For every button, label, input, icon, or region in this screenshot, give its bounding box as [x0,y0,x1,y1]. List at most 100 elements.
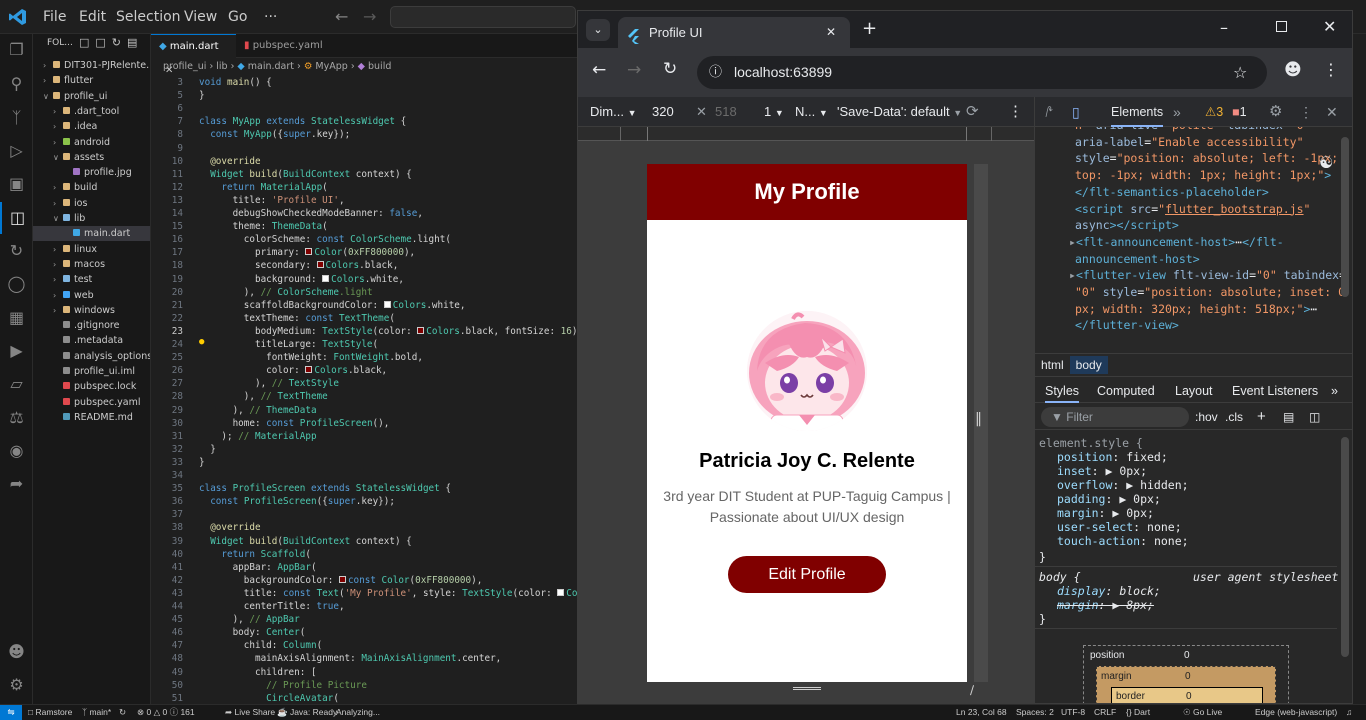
explorer-folder[interactable]: › build [33,180,150,195]
testing-icon[interactable]: ▶ [0,335,33,367]
styles-scrollbar[interactable] [1341,437,1349,657]
resize-corner-icon[interactable]: ∕ [970,683,974,697]
explorer-folder[interactable]: › macos [33,257,150,272]
breadcrumb-item[interactable]: build [368,61,391,72]
explorer-file[interactable]: .gitignore [33,318,150,333]
status-go-live[interactable]: ☉ Go Live [1183,705,1222,720]
remote-indicator-icon[interactable]: ⇋ [0,705,22,720]
css-property[interactable]: margin: ▶ 8px; [1057,598,1257,612]
explorer-folder[interactable]: › .idea [33,119,150,134]
status-encoding[interactable]: UTF-8 [1061,705,1085,720]
dom-node-line[interactable]: aria-label="Enable accessibility" [1075,134,1304,151]
address-bar[interactable]: ⓘ localhost:63899 ☆ [697,56,1267,89]
tab-layout[interactable]: Layout [1175,379,1213,403]
notifications-bell-icon[interactable]: ♫ [1346,705,1352,720]
dom-scrollbar[interactable] [1341,137,1349,297]
css-property[interactable]: overflow: ▶ hidden; [1057,478,1337,492]
tab-styles[interactable]: Styles [1045,379,1080,403]
status-sync-icon[interactable]: ↻ [119,705,126,720]
dom-node-line[interactable]: style="position: absolute; left: -1px; [1075,150,1338,167]
status-problems[interactable]: ⊗ 0 △ 0 ⓘ 161 [137,705,195,720]
explorer-file[interactable]: analysis_options... [33,349,150,364]
remote-explorer-icon[interactable]: ▣ [0,168,33,200]
profile-icon[interactable]: ☻ [1284,60,1302,80]
chrome-tab-profile-ui[interactable]: Profile UI ✕ [618,17,850,48]
command-center[interactable] [390,6,576,28]
rotate-icon[interactable]: ⟳ [966,97,979,127]
dom-node-line[interactable]: ▸<flt-announcement-host>⋯</flt- [1069,234,1284,251]
menu-more[interactable]: ··· [264,0,277,34]
dom-node-line[interactable]: <script src="flutter_bootstrap.js" [1075,201,1310,218]
account-icon[interactable]: ☻ [0,636,33,668]
devtools-more-icon[interactable]: ⋮ [1299,97,1313,127]
chrome-menu-icon[interactable]: ⋮ [1323,60,1339,79]
source-control-icon[interactable]: ᛉ [0,102,33,134]
devtools-close-icon[interactable]: ✕ [1326,97,1338,127]
breadcrumb-item[interactable]: main.dart [248,61,294,72]
save-data-select[interactable]: 'Save-Data': default ▼ [837,97,962,128]
find-icon[interactable]: ◯ [0,268,33,300]
explorer-file[interactable]: pubspec.yaml [33,395,150,410]
dom-tree[interactable]: n" aria-live="polite" tabindex="0"aria-l… [1035,127,1352,353]
dom-node-line[interactable]: announcement-host> [1075,251,1200,268]
breadcrumb-item[interactable]: lib [216,61,227,72]
resize-handle-right[interactable]: ‖ [975,411,982,427]
breadcrumb-item[interactable]: profile_ui [163,61,206,72]
hov-button[interactable]: :hov [1195,404,1218,430]
css-property[interactable]: touch-action: none; [1057,534,1337,548]
css-property[interactable]: display: block; [1057,584,1257,598]
explorer-file[interactable]: pubspec.lock [33,379,150,394]
more-tabs-icon[interactable]: » [1173,97,1181,127]
accessibility-icon[interactable]: ☯ [1319,153,1333,172]
dpr-select[interactable]: 1 ▼ [764,97,784,128]
tab-computed[interactable]: Computed [1097,379,1155,403]
dom-node-line[interactable]: async></script> [1075,217,1179,234]
files-icon[interactable]: ◫ [0,202,33,234]
explorer-folder[interactable]: › .dart_tool [33,104,150,119]
github-icon[interactable]: ◉ [0,435,33,467]
menu-selection[interactable]: Selection [116,0,181,34]
timeline-icon[interactable]: ↻ [0,235,33,267]
css-property[interactable]: position: fixed; [1057,450,1337,464]
explorer-icon[interactable]: ❐ [0,34,33,66]
tab-elements[interactable]: Elements [1111,97,1164,127]
errors-badge[interactable]: ■1 [1232,97,1247,127]
explorer-file[interactable]: profile_ui.iml [33,364,150,379]
maximize-icon[interactable] [1276,21,1287,32]
paint-icon[interactable]: ▤ [1283,404,1294,430]
status-eol[interactable]: CRLF [1094,705,1116,720]
dom-node-line[interactable]: top: -1px; width: 1px; height: 1px;"> [1075,167,1331,184]
sidebar-toggle-icon[interactable]: ◫ [1309,404,1320,430]
close-tab-icon[interactable]: ✕ [826,17,836,48]
bookmark-star-icon[interactable]: ☆ [1233,56,1247,89]
inspect-element-icon[interactable]: ⭚ [1045,97,1053,127]
dom-node-line[interactable]: ▸<flutter-view flt-view-id="0" tabindex= [1069,267,1346,284]
forward-icon[interactable]: → [627,60,641,80]
explorer-file[interactable]: .metadata [33,333,150,348]
more-style-tabs-icon[interactable]: » [1331,379,1338,403]
explorer-folder[interactable]: ∨ profile_ui [33,89,150,104]
back-arrow-icon[interactable]: ← [335,7,348,26]
dom-node-line[interactable]: px; width: 320px; height: 518px;">⋯ [1075,301,1317,318]
explorer-file[interactable]: profile.jpg [33,165,150,180]
tab-search-icon[interactable]: ⌄ [586,19,610,41]
css-property[interactable]: margin: ▶ 0px; [1057,506,1337,520]
status-branch[interactable]: ᛉ main* [82,705,111,720]
explorer-folder[interactable]: › flutter [33,73,150,88]
tab-pubspec-yaml[interactable]: ▮ pubspec.yaml [236,34,336,58]
explorer-folder[interactable]: ∨ lib [33,211,150,226]
reload-icon[interactable]: ↻ [663,59,677,79]
explorer-folder[interactable]: › windows [33,303,150,318]
css-property[interactable]: padding: ▶ 0px; [1057,492,1337,506]
width-input[interactable]: 320 [652,97,674,127]
status-cursor[interactable]: Ln 23, Col 68 [956,705,1007,720]
menu-view[interactable]: View [184,0,217,34]
minimize-icon[interactable]: – [1220,18,1228,37]
run-debug-icon[interactable]: ▷ [0,135,33,167]
swap-dimensions-icon[interactable]: ✕ [696,97,707,127]
tab-main-dart[interactable]: ◆ main.dart ✕ [151,34,236,76]
dom-node-line[interactable]: "0" style="position: absolute; inset: 0 [1075,284,1345,301]
settings-gear-icon[interactable]: ⚙ [0,669,33,701]
site-info-icon[interactable]: ⓘ [709,56,722,89]
menu-edit[interactable]: Edit [79,0,106,34]
